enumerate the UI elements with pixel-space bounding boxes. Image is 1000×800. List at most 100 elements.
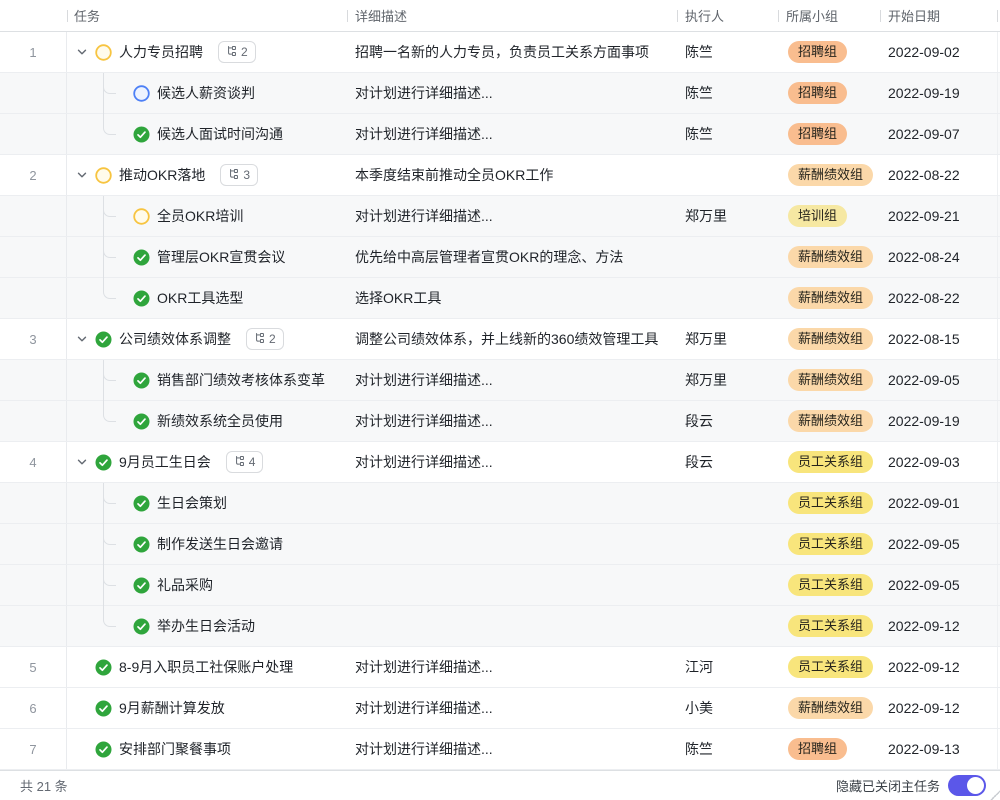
resize-handle-icon[interactable] (990, 790, 1000, 800)
row-number (0, 401, 67, 441)
status-done-check-icon[interactable] (95, 700, 112, 717)
start-date: 2022-09-19 (880, 401, 997, 441)
assignee-name: 陈竺 (677, 32, 778, 72)
task-row[interactable]: 1人力专员招聘2招聘一名新的人力专员，负责员工关系方面事项陈竺招聘组2022-0… (0, 32, 1000, 73)
subtask-count-badge[interactable]: 2 (246, 328, 284, 350)
task-row[interactable]: 49月员工生日会4对计划进行详细描述...段云员工关系组2022-09-03 (0, 442, 1000, 483)
table-footer: 共 21 条 隐藏已关闭主任务 (0, 770, 1000, 800)
status-inprogress-circle-icon[interactable] (133, 85, 150, 102)
start-date: 2022-09-12 (880, 606, 997, 646)
task-title[interactable]: OKR工具选型 (157, 288, 243, 308)
task-cell: 推动OKR落地 3 (67, 155, 347, 195)
task-description: 选择OKR工具 (347, 278, 677, 318)
subtask-count: 2 (269, 332, 276, 346)
status-done-check-icon[interactable] (95, 331, 112, 348)
task-row[interactable]: 礼品采购员工关系组2022-09-05 (0, 565, 1000, 606)
assignee-name (677, 483, 778, 523)
task-row[interactable]: 候选人薪资谈判对计划进行详细描述...陈竺招聘组2022-09-19 (0, 73, 1000, 114)
subtask-count-badge[interactable]: 4 (226, 451, 264, 473)
task-row[interactable]: OKR工具选型选择OKR工具薪酬绩效组2022-08-22 (0, 278, 1000, 319)
task-row[interactable]: 举办生日会活动 员工关系组2022-09-12 (0, 606, 1000, 647)
row-number (0, 606, 67, 646)
status-done-check-icon[interactable] (133, 618, 150, 635)
assignee-name: 郑万里 (677, 360, 778, 400)
task-title[interactable]: 9月员工生日会 (119, 452, 211, 472)
task-row[interactable]: 2推动OKR落地3本季度结束前推动全员OKR工作薪酬绩效组2022-08-22 (0, 155, 1000, 196)
subtask-count-badge[interactable]: 2 (218, 41, 256, 63)
status-done-check-icon[interactable] (133, 126, 150, 143)
task-title[interactable]: 8-9月入职员工社保账户处理 (119, 657, 293, 677)
task-title[interactable]: 新绩效系统全员使用 (157, 411, 283, 431)
assignee-name: 陈竺 (677, 114, 778, 154)
status-done-check-icon[interactable] (133, 372, 150, 389)
chevron-down-icon[interactable] (76, 46, 88, 58)
assignee-name (677, 278, 778, 318)
subtask-count-badge[interactable]: 3 (220, 164, 258, 186)
task-description: 对计划进行详细描述... (347, 729, 677, 769)
row-number (0, 196, 67, 236)
group-badge: 招聘组 (788, 41, 847, 63)
task-title[interactable]: 举办生日会活动 (157, 616, 255, 636)
status-done-check-icon[interactable] (95, 454, 112, 471)
group-badge: 薪酬绩效组 (788, 164, 873, 186)
task-row[interactable]: 候选人面试时间沟通对计划进行详细描述...陈竺招聘组2022-09-07 (0, 114, 1000, 155)
task-description (347, 483, 677, 523)
group-cell: 招聘组 (778, 114, 880, 154)
task-cell: 候选人面试时间沟通 (67, 114, 347, 154)
task-cell: 全员OKR培训 (67, 196, 347, 236)
task-row[interactable]: 新绩效系统全员使用对计划进行详细描述...段云薪酬绩效组2022-09-19 (0, 401, 1000, 442)
task-title[interactable]: 推动OKR落地 (119, 165, 205, 185)
status-done-check-icon[interactable] (133, 577, 150, 594)
task-description: 对计划进行详细描述... (347, 114, 677, 154)
task-row[interactable]: 管理层OKR宣贯会议优先给中高层管理者宣贯OKR的理念、方法薪酬绩效组2022-… (0, 237, 1000, 278)
assignee-name (677, 155, 778, 195)
task-title[interactable]: 候选人面试时间沟通 (157, 124, 283, 144)
subtask-tree-icon (228, 168, 239, 182)
chevron-down-icon[interactable] (76, 456, 88, 468)
task-title[interactable]: 人力专员招聘 (119, 42, 203, 62)
chevron-down-icon[interactable] (76, 333, 88, 345)
task-row[interactable]: 69月薪酬计算发放对计划进行详细描述...小美薪酬绩效组2022-09-12 (0, 688, 1000, 729)
group-cell: 员工关系组 (778, 606, 880, 646)
assignee-name: 郑万里 (677, 319, 778, 359)
start-date: 2022-09-12 (880, 647, 997, 687)
status-done-check-icon[interactable] (95, 741, 112, 758)
status-done-check-icon[interactable] (133, 413, 150, 430)
task-title[interactable]: 安排部门聚餐事项 (119, 739, 231, 759)
task-row[interactable]: 58-9月入职员工社保账户处理对计划进行详细描述...江河员工关系组2022-0… (0, 647, 1000, 688)
task-title[interactable]: 管理层OKR宣贯会议 (157, 247, 285, 267)
task-row[interactable]: 7安排部门聚餐事项对计划进行详细描述...陈竺招聘组2022-09-13 (0, 729, 1000, 770)
row-number (0, 278, 67, 318)
task-row[interactable]: 生日会策划员工关系组2022-09-01 (0, 483, 1000, 524)
hide-closed-tasks-toggle[interactable] (948, 775, 986, 796)
group-cell: 薪酬绩效组 (778, 401, 880, 441)
status-pending-circle-icon[interactable] (95, 44, 112, 61)
status-done-check-icon[interactable] (133, 249, 150, 266)
task-title[interactable]: 礼品采购 (157, 575, 213, 595)
task-row[interactable]: 销售部门绩效考核体系变革对计划进行详细描述...郑万里薪酬绩效组2022-09-… (0, 360, 1000, 401)
task-cell: 公司绩效体系调整 2 (67, 319, 347, 359)
assignee-name (677, 524, 778, 564)
task-title[interactable]: 候选人薪资谈判 (157, 83, 255, 103)
status-done-check-icon[interactable] (95, 659, 112, 676)
status-done-check-icon[interactable] (133, 536, 150, 553)
task-row[interactable]: 全员OKR培训对计划进行详细描述...郑万里培训组2022-09-21 (0, 196, 1000, 237)
task-title[interactable]: 全员OKR培训 (157, 206, 243, 226)
group-cell: 薪酬绩效组 (778, 688, 880, 728)
status-done-check-icon[interactable] (133, 495, 150, 512)
task-title[interactable]: 销售部门绩效考核体系变革 (157, 370, 325, 390)
task-row[interactable]: 3公司绩效体系调整2调整公司绩效体系，并上线新的360绩效管理工具郑万里薪酬绩效… (0, 319, 1000, 360)
task-description (347, 606, 677, 646)
chevron-down-icon[interactable] (76, 169, 88, 181)
task-title[interactable]: 9月薪酬计算发放 (119, 698, 225, 718)
task-title[interactable]: 生日会策划 (157, 493, 227, 513)
task-title[interactable]: 制作发送生日会邀请 (157, 534, 283, 554)
task-cell: OKR工具选型 (67, 278, 347, 318)
status-done-check-icon[interactable] (133, 290, 150, 307)
status-pending-circle-icon[interactable] (95, 167, 112, 184)
group-cell: 薪酬绩效组 (778, 278, 880, 318)
status-pending-circle-icon[interactable] (133, 208, 150, 225)
task-row[interactable]: 制作发送生日会邀请员工关系组2022-09-05 (0, 524, 1000, 565)
task-title[interactable]: 公司绩效体系调整 (119, 329, 231, 349)
row-number: 2 (0, 155, 67, 195)
